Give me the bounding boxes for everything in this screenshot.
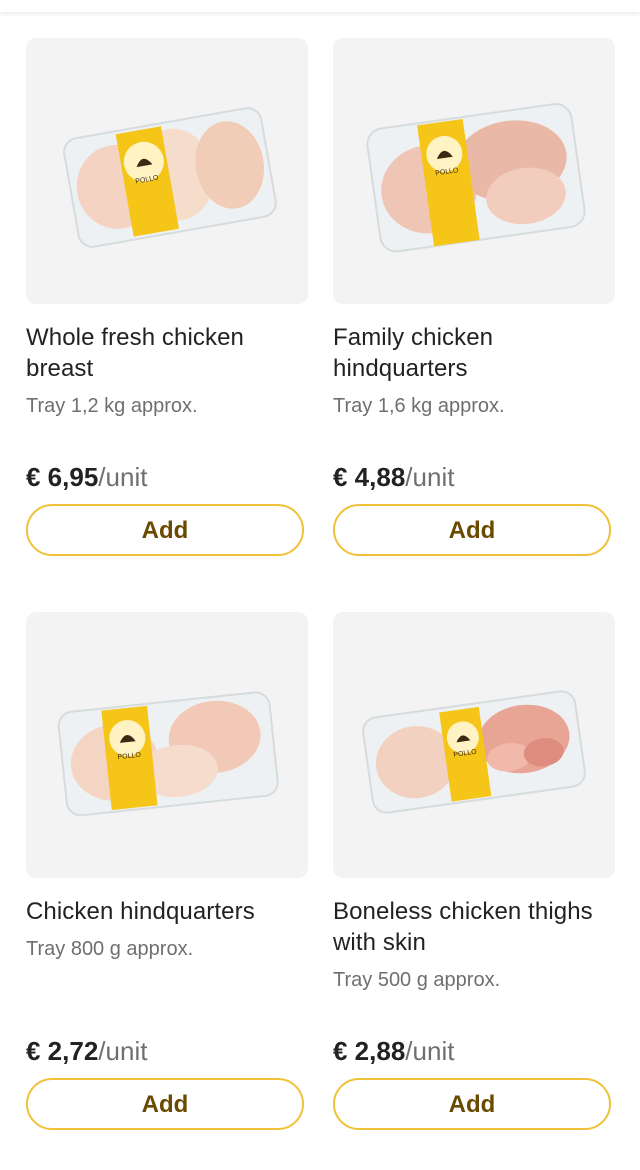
product-card[interactable]: POLLO Boneless chicken thighs with skin … [333,612,615,1130]
product-name[interactable]: Family chicken hindquarters [333,322,615,384]
add-button[interactable]: Add [333,1078,611,1130]
product-card[interactable]: POLLO Family chicken hindquarters Tray 1… [333,38,615,556]
chicken-thighs-tray-image: POLLO [362,690,586,814]
price-amount: € 4,88 [333,462,406,492]
product-image[interactable]: POLLO [333,38,615,304]
product-card[interactable]: POLLO Whole fresh chicken breast Tray 1,… [26,38,308,556]
add-button[interactable]: Add [26,504,304,556]
add-button[interactable]: Add [26,1078,304,1130]
product-grid: POLLO Whole fresh chicken breast Tray 1,… [0,0,640,1170]
product-image[interactable]: POLLO [26,612,308,878]
price-amount: € 2,88 [333,1036,406,1066]
price-amount: € 2,72 [26,1036,99,1066]
product-name[interactable]: Whole fresh chicken breast [26,322,308,384]
price-unit: /unit [98,462,148,492]
chicken-hindquarters-small-tray-image: POLLO [57,691,279,817]
product-size: Tray 1,2 kg approx. [26,395,198,417]
product-image[interactable]: POLLO [333,612,615,878]
product-image[interactable]: POLLO [26,38,308,304]
product-price: € 2,72/unit [26,1036,147,1066]
product-size: Tray 1,6 kg approx. [333,395,505,417]
add-button[interactable]: Add [333,504,611,556]
product-name[interactable]: Chicken hindquarters [26,896,308,927]
product-size: Tray 800 g approx. [26,938,194,960]
product-size: Tray 500 g approx. [333,969,501,991]
chicken-hindquarters-tray-image: POLLO [366,103,586,253]
product-card[interactable]: POLLO Chicken hindquarters Tray 800 g ap… [26,612,308,1130]
price-unit: /unit [405,462,455,492]
product-price: € 6,95/unit [26,462,147,492]
price-unit: /unit [405,1036,455,1066]
product-name[interactable]: Boneless chicken thighs with skin [333,896,615,958]
price-unit: /unit [98,1036,148,1066]
price-amount: € 6,95 [26,462,99,492]
chicken-breast-tray-image: POLLO [63,107,277,248]
product-price: € 2,88/unit [333,1036,454,1066]
product-price: € 4,88/unit [333,462,454,492]
